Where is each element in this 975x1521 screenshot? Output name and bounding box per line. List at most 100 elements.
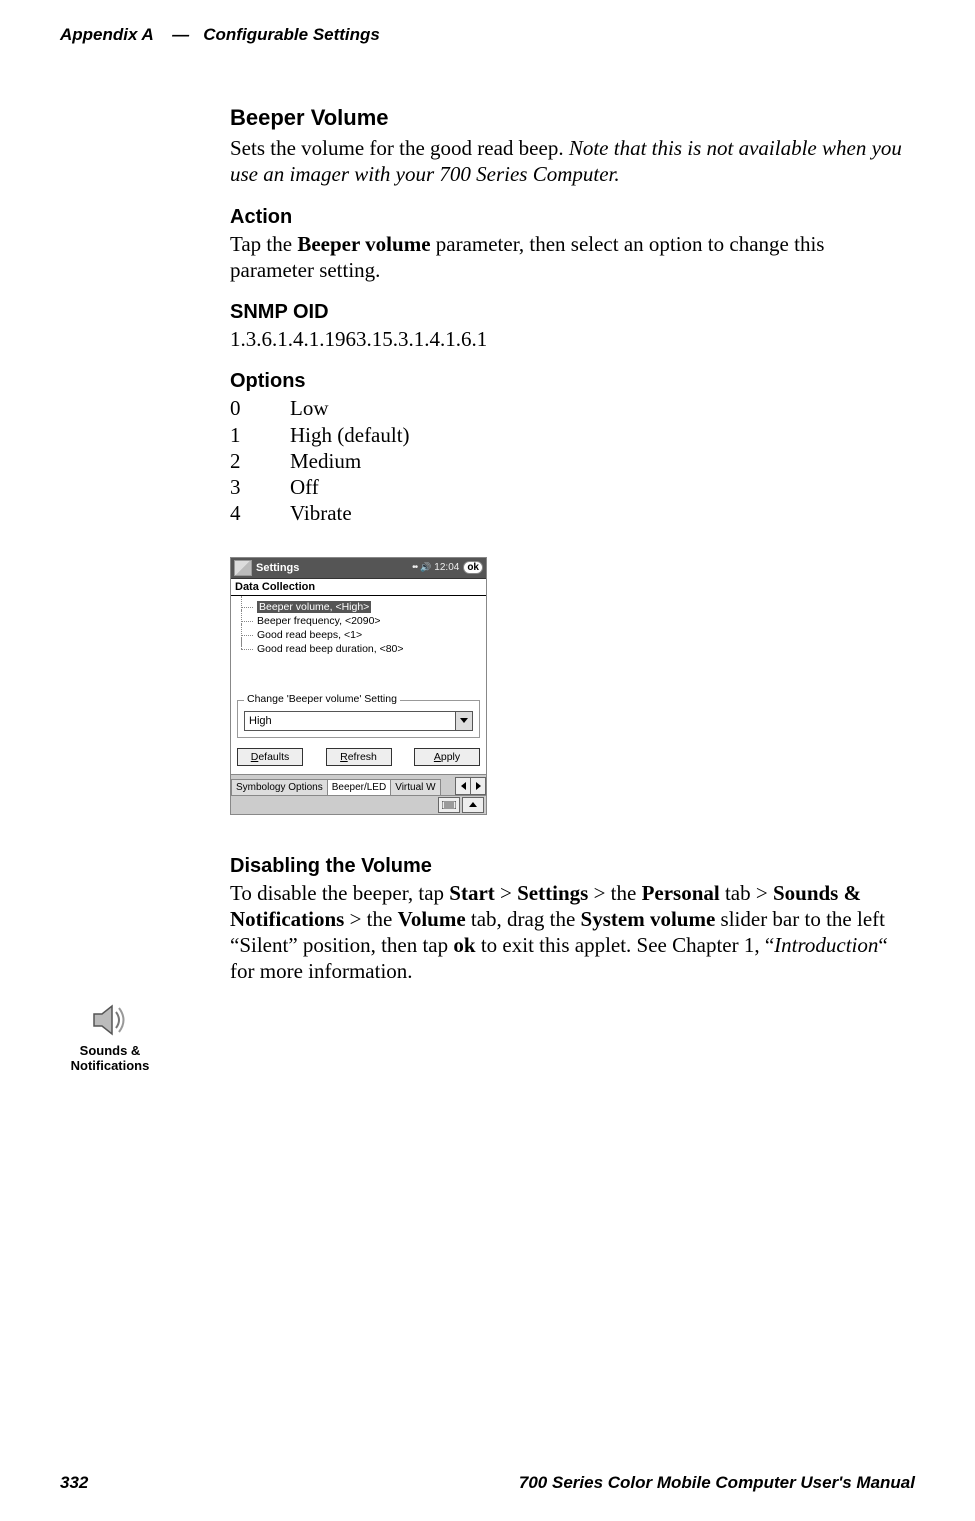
txt: > the: [588, 881, 641, 905]
refresh-button[interactable]: Refresh: [326, 748, 392, 766]
speaker-icon[interactable]: [420, 562, 431, 573]
groupbox-legend: Change 'Beeper volume' Setting: [244, 693, 400, 705]
option-label: Low: [290, 395, 329, 421]
page-number: 332: [60, 1473, 88, 1493]
tree-item-label: Good read beep duration, <80>: [257, 643, 404, 655]
chevron-right-icon: [476, 782, 481, 790]
header-title: Configurable Settings: [203, 25, 380, 44]
tab-virtual[interactable]: Virtual W: [390, 779, 440, 795]
option-label: Off: [290, 474, 319, 500]
action-bold: Beeper volume: [297, 232, 430, 256]
kw-personal: Personal: [642, 881, 720, 905]
tree-item-label: Beeper frequency, <2090>: [257, 615, 381, 627]
kw-ok: ok: [453, 933, 475, 957]
beeper-volume-desc: Sets the volume for the good read beep. …: [230, 135, 905, 188]
start-flag-icon[interactable]: [234, 560, 252, 576]
chevron-left-icon: [461, 782, 466, 790]
change-setting-groupbox: Change 'Beeper volume' Setting High: [237, 700, 480, 738]
tree-connector-icon: [237, 644, 253, 654]
option-row: 2 Medium: [230, 448, 905, 474]
option-num: 1: [230, 422, 290, 448]
option-label: High (default): [290, 422, 410, 448]
option-label: Vibrate: [290, 500, 352, 526]
clock-text: 12:04: [434, 562, 459, 573]
option-row: 3 Off: [230, 474, 905, 500]
tree-item[interactable]: Beeper frequency, <2090>: [237, 614, 480, 628]
option-row: 1 High (default): [230, 422, 905, 448]
heading-action: Action: [230, 206, 905, 229]
option-row: 0 Low: [230, 395, 905, 421]
option-num: 2: [230, 448, 290, 474]
kw-settings: Settings: [517, 881, 588, 905]
tree-connector-icon: [237, 630, 253, 640]
tab-scroll-right-button[interactable]: [470, 777, 486, 795]
tab-beeper-led[interactable]: Beeper/LED: [327, 779, 391, 795]
txt: To disable the beeper, tap: [230, 881, 449, 905]
kw-system-volume: System volume: [581, 907, 716, 931]
option-num: 0: [230, 395, 290, 421]
option-num: 4: [230, 500, 290, 526]
combobox-value: High: [245, 715, 455, 727]
tab-bar: Symbology Options Beeper/LED Virtual W: [231, 774, 486, 795]
apply-button[interactable]: Apply: [414, 748, 480, 766]
setting-combobox[interactable]: High: [244, 711, 473, 731]
settings-tree[interactable]: Beeper volume, <High> Beeper frequency, …: [231, 596, 486, 698]
button-label: pply: [441, 751, 460, 763]
button-label: efresh: [348, 751, 377, 763]
action-pre: Tap the: [230, 232, 297, 256]
manual-title: 700 Series Color Mobile Computer User's …: [519, 1473, 915, 1493]
txt: tab, drag the: [466, 907, 581, 931]
heading-disabling-volume: Disabling the Volume: [230, 855, 905, 878]
chevron-down-icon: [460, 718, 468, 723]
action-text: Tap the Beeper volume parameter, then se…: [230, 231, 905, 284]
tab-scroll-left-button[interactable]: [455, 777, 471, 795]
txt: >: [495, 881, 517, 905]
heading-beeper-volume: Beeper Volume: [230, 105, 905, 131]
tree-item-label: Beeper volume, <High>: [257, 601, 371, 613]
tree-connector-icon: [237, 616, 253, 626]
app-title: Data Collection: [231, 579, 486, 596]
keyboard-icon: [442, 801, 456, 809]
tab-symbology-options[interactable]: Symbology Options: [231, 779, 328, 795]
button-accel: A: [434, 751, 441, 763]
txt: to exit this applet. See Chapter 1, “: [476, 933, 775, 957]
tree-item-label: Good read beeps, <1>: [257, 629, 362, 641]
sip-up-button[interactable]: [462, 797, 484, 813]
window-titlebar: Settings 12:04 ok: [231, 558, 486, 579]
tree-connector-icon: [237, 602, 253, 612]
button-label: efaults: [258, 751, 289, 763]
chevron-up-icon: [469, 802, 477, 807]
button-accel: R: [340, 751, 348, 763]
running-header: Appendix A — Configurable Settings: [60, 25, 915, 45]
combobox-dropdown-button[interactable]: [455, 712, 472, 730]
window-title: Settings: [256, 562, 299, 574]
snmp-oid-value: 1.3.6.1.4.1.1963.15.3.1.4.1.6.1: [230, 326, 905, 352]
heading-options: Options: [230, 370, 905, 393]
options-table: 0 Low 1 High (default) 2 Medium 3 Off 4 …: [230, 395, 905, 526]
side-icon-label-1: Sounds &: [60, 1044, 160, 1059]
tree-item[interactable]: Good read beep duration, <80>: [237, 642, 480, 656]
txt: > the: [344, 907, 397, 931]
side-icon-label-2: Notifications: [60, 1059, 160, 1074]
beeper-desc-pre: Sets the volume for the good read beep.: [230, 136, 569, 160]
heading-snmp-oid: SNMP OID: [230, 301, 905, 324]
tree-item[interactable]: Good read beeps, <1>: [237, 628, 480, 642]
option-row: 4 Vibrate: [230, 500, 905, 526]
kw-introduction: Introduction: [774, 933, 878, 957]
embedded-screenshot: Settings 12:04 ok Data Collection Beeper…: [230, 557, 905, 815]
header-sep: —: [172, 25, 189, 44]
connectivity-icon[interactable]: [412, 562, 417, 573]
page-footer: 332 700 Series Color Mobile Computer Use…: [60, 1473, 915, 1493]
speaker-applet-icon: [88, 1000, 132, 1040]
ok-button[interactable]: ok: [463, 561, 483, 574]
header-appendix: Appendix A: [60, 25, 153, 44]
sounds-notifications-applet-icon: Sounds & Notifications: [60, 1000, 160, 1074]
tree-item[interactable]: Beeper volume, <High>: [237, 600, 480, 614]
sip-keyboard-button[interactable]: [438, 797, 460, 813]
tray-icons: 12:04: [412, 562, 459, 573]
disable-volume-text: To disable the beeper, tap Start > Setti…: [230, 880, 905, 985]
defaults-button[interactable]: Defaults: [237, 748, 303, 766]
option-num: 3: [230, 474, 290, 500]
option-label: Medium: [290, 448, 361, 474]
txt: tab >: [720, 881, 773, 905]
